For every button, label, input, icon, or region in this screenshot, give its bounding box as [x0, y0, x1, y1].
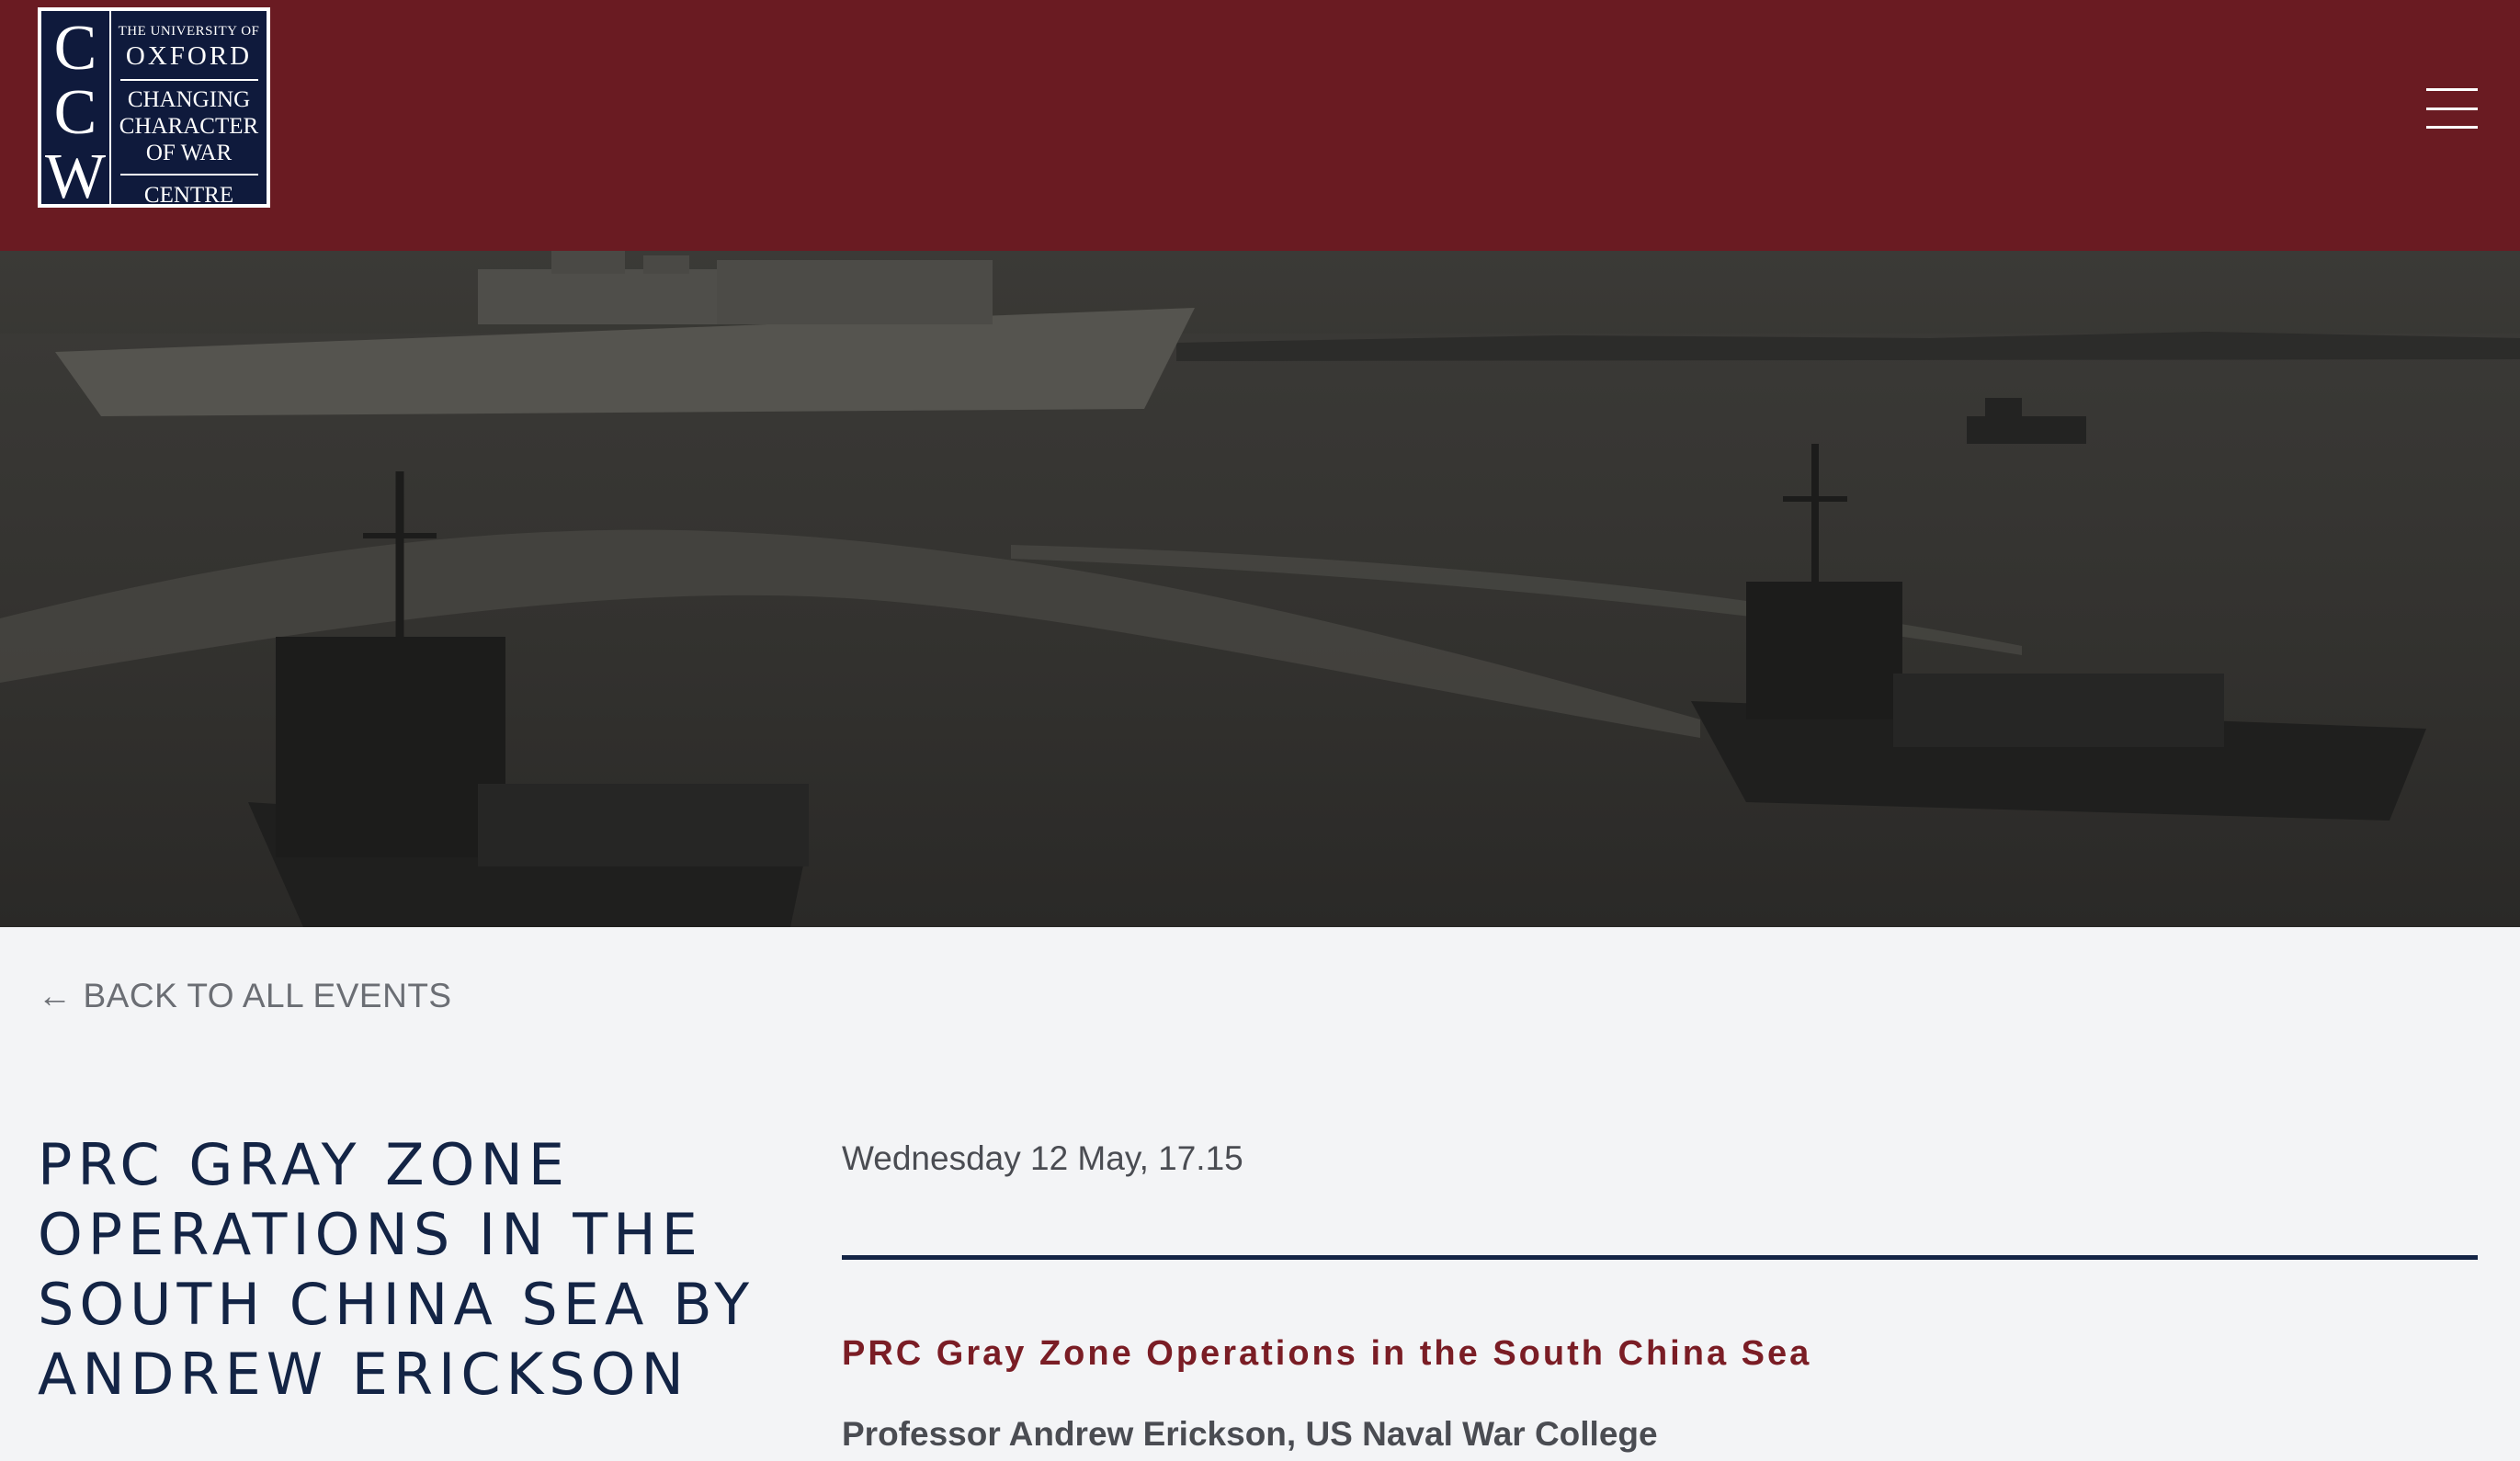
- event-page: C C W THE UNIVERSITY OF OXFORD CHANGING …: [0, 0, 2520, 1461]
- hero-image: [0, 251, 2520, 927]
- logo-letter: W: [44, 142, 107, 212]
- logo-monogram: C C W: [41, 11, 111, 210]
- logo-letter: C: [53, 77, 97, 148]
- section-divider: [842, 1255, 2478, 1260]
- logo-centre-text: CENTRE: [143, 183, 234, 208]
- menu-bar: [2426, 107, 2478, 110]
- logo-oxford-text: OXFORD: [125, 41, 253, 71]
- logo-university-text: THE UNIVERSITY OF: [118, 24, 260, 39]
- back-link-label: BACK TO ALL EVENTS: [83, 977, 452, 1014]
- menu-bar: [2426, 88, 2478, 91]
- naval-vessels-photo: [0, 251, 2520, 927]
- logo-line: OF WAR: [145, 141, 233, 165]
- ccw-logo[interactable]: C C W THE UNIVERSITY OF OXFORD CHANGING …: [38, 7, 270, 210]
- event-subtitle: PRC Gray Zone Operations in the South Ch…: [842, 1334, 1812, 1373]
- hamburger-menu-icon[interactable]: [2426, 88, 2478, 129]
- back-to-events-link[interactable]: ← BACK TO ALL EVENTS: [38, 977, 452, 1015]
- logo-line: CHANGING: [127, 87, 251, 112]
- arrow-left-icon: ←: [38, 977, 73, 1014]
- event-date: Wednesday 12 May, 17.15: [842, 1139, 1243, 1177]
- logo-rule: [119, 79, 258, 81]
- logo-letter: C: [53, 13, 97, 84]
- logo-line: CHARACTER: [119, 114, 259, 139]
- event-title: PRC GRAY ZONE OPERATIONS IN THE SOUTH CH…: [38, 1131, 755, 1408]
- logo-rule: [119, 174, 258, 176]
- event-speaker: Professor Andrew Erickson, US Naval War …: [842, 1415, 1658, 1453]
- logo-wordmark: THE UNIVERSITY OF OXFORD CHANGING CHARAC…: [111, 11, 267, 208]
- menu-bar: [2426, 126, 2478, 129]
- site-header: C C W THE UNIVERSITY OF OXFORD CHANGING …: [0, 0, 2520, 251]
